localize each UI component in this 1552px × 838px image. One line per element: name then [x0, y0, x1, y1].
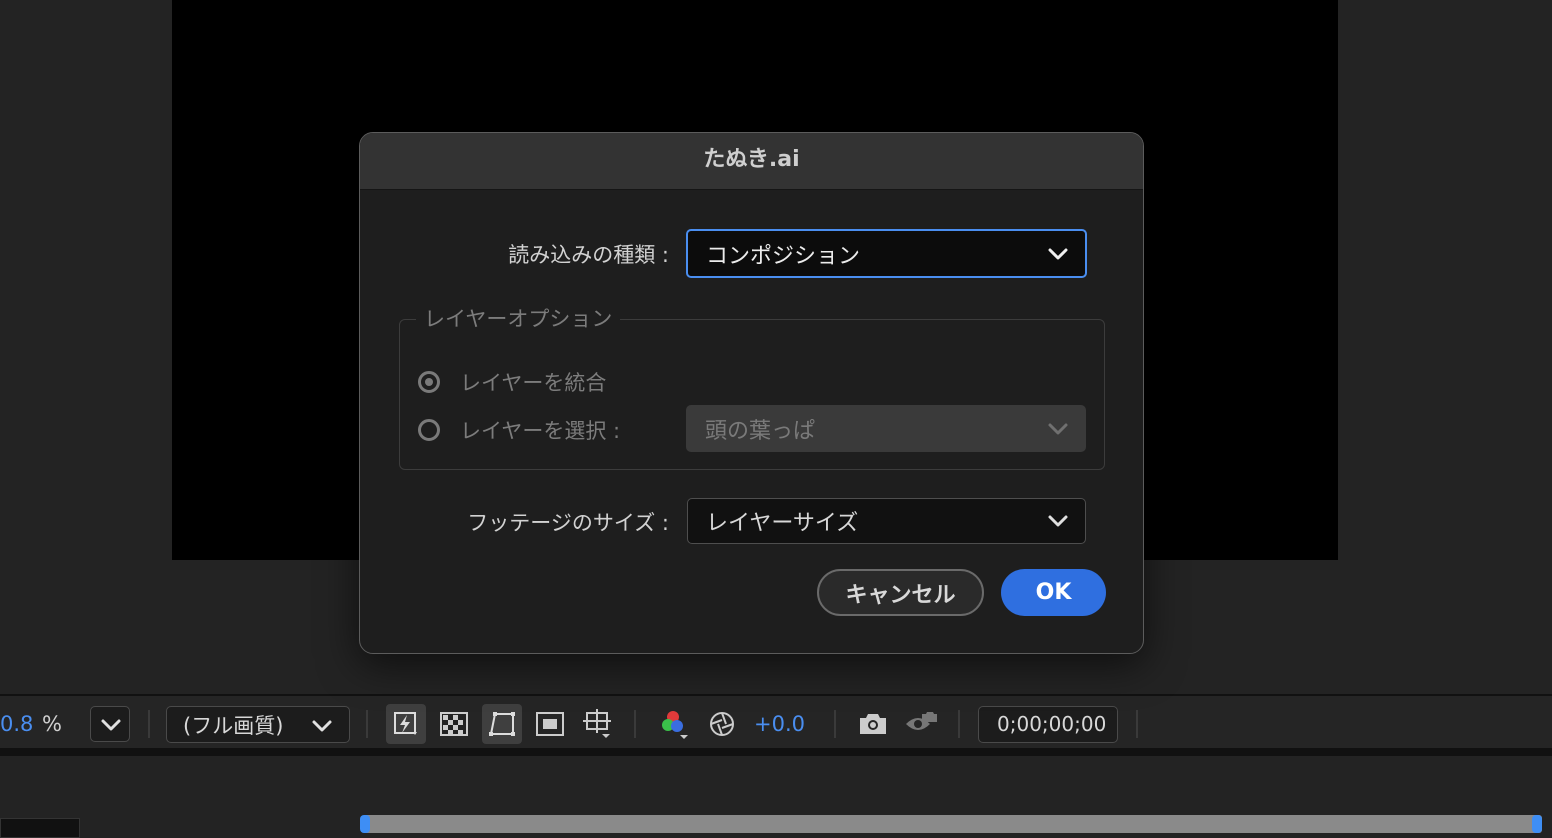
dialog-title: たぬき.ai [360, 133, 1143, 190]
radio-choose-label: レイヤーを選択 : [460, 419, 621, 443]
show-snapshot-button[interactable] [904, 708, 938, 740]
region-of-interest-button[interactable] [536, 712, 564, 740]
radio-merge-label: レイヤーを統合 [460, 371, 607, 395]
reset-exposure-icon [710, 712, 734, 736]
import-kind-label: 読み込みの種類 : [508, 243, 669, 267]
cancel-button[interactable]: キャンセル [817, 569, 984, 616]
footage-size-select[interactable]: レイヤーサイズ [687, 498, 1086, 544]
chevron-down-icon [312, 720, 332, 732]
import-dialog: たぬき.ai 読み込みの種類 : コンポジション レイヤーオプション レイヤーを… [359, 132, 1144, 654]
mask-path-button[interactable] [482, 704, 522, 744]
ok-button[interactable]: OK [1001, 569, 1106, 616]
footage-size-value: レイヤーサイズ [706, 511, 859, 536]
timeline-navigator-bar[interactable] [362, 815, 1542, 833]
show-snapshot-icon [906, 712, 937, 730]
viewer-toolbar: 0.8 % (フル画質) +0.0 0;00;00;00 [0, 696, 1552, 748]
panel-divider [0, 748, 1552, 756]
exposure-value[interactable]: +0.0 [754, 696, 805, 752]
fast-preview-button[interactable] [386, 704, 426, 744]
zoom-dropdown-button[interactable] [90, 706, 130, 742]
chevron-down-icon [101, 719, 121, 731]
layer-options-legend: レイヤーオプション [416, 303, 621, 333]
mask-path-icon [489, 712, 515, 736]
toolbar-separator [1136, 710, 1138, 738]
region-of-interest-icon [536, 712, 564, 736]
zoom-unit: % [42, 712, 62, 736]
radio-choose-layer[interactable]: レイヤーを選択 : [418, 415, 620, 445]
zoom-value[interactable]: 0.8 [0, 696, 33, 752]
radio-merge-indicator [418, 371, 440, 393]
toolbar-separator [148, 710, 150, 738]
toolbar-separator [958, 710, 960, 738]
navigator-start-handle[interactable] [360, 815, 370, 833]
navigator-end-handle[interactable] [1532, 815, 1542, 833]
toolbar-separator [834, 710, 836, 738]
transparency-grid-button[interactable] [440, 712, 468, 740]
color-channels-icon [662, 711, 688, 739]
snapshot-button[interactable] [858, 710, 888, 740]
resolution-dropdown[interactable]: (フル画質) [166, 706, 350, 743]
reset-exposure-button[interactable] [708, 710, 736, 742]
footage-size-label: フッテージのサイズ : [467, 511, 669, 535]
radio-merge-layers[interactable]: レイヤーを統合 [418, 367, 606, 397]
layer-select-value: 頭の葉っぱ [705, 418, 816, 444]
import-kind-select[interactable]: コンポジション [686, 229, 1087, 278]
radio-choose-indicator [418, 419, 440, 441]
layer-select[interactable]: 頭の葉っぱ [686, 405, 1086, 452]
safe-margins-button[interactable] [582, 708, 614, 744]
import-kind-value: コンポジション [706, 243, 861, 269]
toolbar-separator [366, 710, 368, 738]
transparency-grid-icon [440, 712, 468, 736]
fast-preview-icon [394, 712, 417, 735]
chevron-down-icon [1048, 423, 1068, 434]
chevron-down-icon [1048, 515, 1068, 527]
color-channels-button[interactable] [658, 708, 690, 744]
resolution-value: (フル画質) [183, 714, 284, 738]
safe-margins-icon [583, 709, 611, 738]
snapshot-icon [860, 714, 886, 734]
chevron-down-icon [1048, 248, 1068, 259]
timecode-value: 0;00;00;00 [997, 712, 1107, 736]
timeline-search-field[interactable] [0, 818, 80, 838]
toolbar-separator [634, 710, 636, 738]
timecode-field[interactable]: 0;00;00;00 [978, 706, 1118, 743]
